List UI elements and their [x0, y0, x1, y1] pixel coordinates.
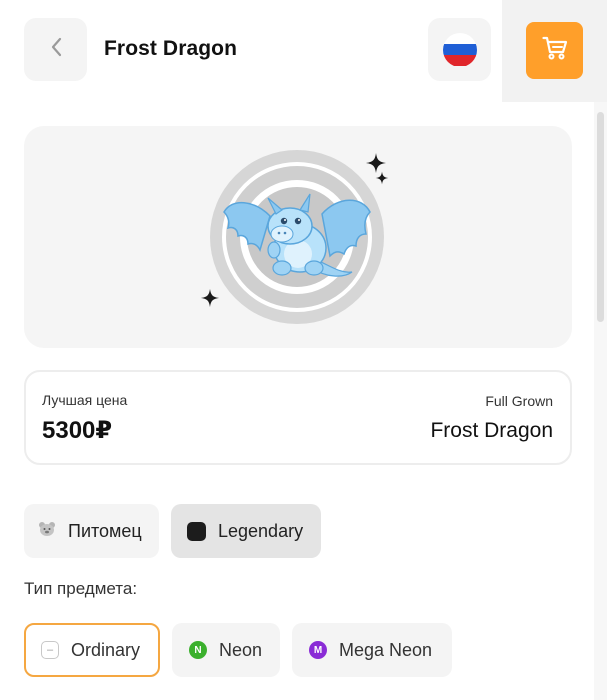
neon-badge-icon: N — [189, 641, 207, 659]
category-chip-pet[interactable]: Питомец — [24, 504, 159, 558]
item-type-option-label: Mega Neon — [339, 639, 433, 660]
cart-icon — [541, 36, 568, 65]
item-type-mega-neon[interactable]: M Mega Neon — [292, 623, 452, 677]
item-type-neon[interactable]: N Neon — [172, 623, 280, 677]
back-button[interactable] — [24, 18, 87, 81]
pet-name: Frost Dragon — [430, 419, 553, 442]
russia-flag-icon — [442, 32, 477, 67]
scrollbar-thumb[interactable] — [597, 112, 604, 322]
rarity-square-icon — [187, 521, 206, 541]
ordinary-badge-icon: – — [41, 641, 59, 659]
price-value: 5300₽ — [42, 417, 113, 444]
growth-stage: Full Grown — [485, 393, 553, 409]
page-title: Frost Dragon — [104, 37, 238, 60]
rarity-chip-legendary[interactable]: Legendary — [171, 504, 321, 558]
best-price-label: Лучшая цена — [42, 392, 128, 408]
pet-icon — [38, 521, 56, 542]
item-type-option-label: Neon — [219, 639, 263, 660]
category-chip-label: Питомец — [68, 520, 142, 541]
cart-button[interactable] — [526, 22, 583, 79]
language-button[interactable] — [428, 18, 491, 81]
sparkle-icon — [375, 171, 389, 190]
frost-dragon-pet-image — [218, 188, 376, 289]
item-type-option-label: Ordinary — [71, 639, 141, 660]
chevron-left-icon — [49, 36, 63, 63]
mega-neon-badge-icon: M — [309, 641, 327, 659]
item-type-ordinary[interactable]: – Ordinary — [24, 623, 160, 677]
sparkle-icon — [200, 288, 220, 313]
item-type-label: Тип предмета: — [24, 579, 138, 598]
rarity-chip-label: Legendary — [218, 520, 304, 541]
